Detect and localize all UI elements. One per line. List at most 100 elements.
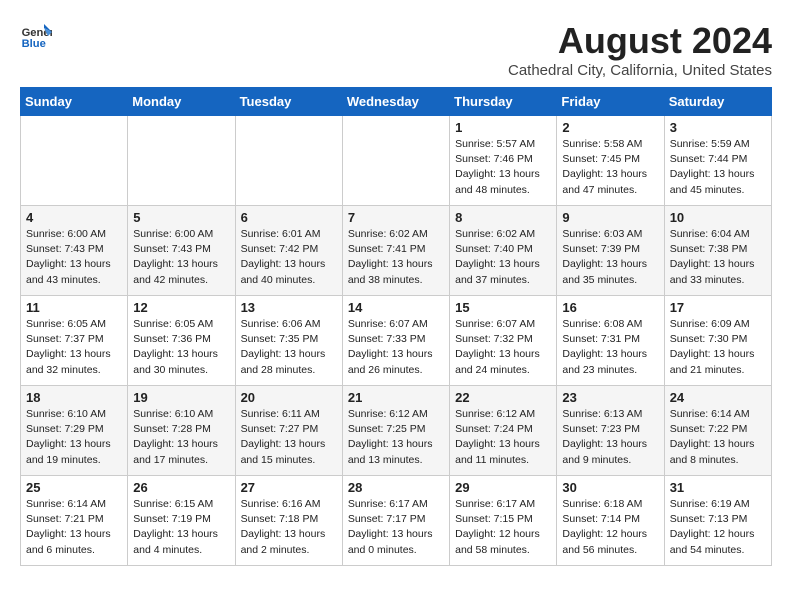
day-info: Sunrise: 6:02 AM Sunset: 7:40 PM Dayligh…: [455, 227, 551, 288]
day-info: Sunrise: 6:17 AM Sunset: 7:15 PM Dayligh…: [455, 497, 551, 558]
table-row: 3 Sunrise: 5:59 AM Sunset: 7:44 PM Daylig…: [664, 116, 771, 206]
day-info: Sunrise: 6:00 AM Sunset: 7:43 PM Dayligh…: [26, 227, 122, 288]
day-info: Sunrise: 6:12 AM Sunset: 7:24 PM Dayligh…: [455, 407, 551, 468]
day-info: Sunrise: 6:06 AM Sunset: 7:35 PM Dayligh…: [241, 317, 337, 378]
header-thursday: Thursday: [450, 88, 557, 116]
header-tuesday: Tuesday: [235, 88, 342, 116]
table-row: 21 Sunrise: 6:12 AM Sunset: 7:25 PM Dayli…: [342, 386, 449, 476]
table-row: 28 Sunrise: 6:17 AM Sunset: 7:17 PM Dayli…: [342, 476, 449, 566]
header-sunday: Sunday: [21, 88, 128, 116]
header-friday: Friday: [557, 88, 664, 116]
table-row: [128, 116, 235, 206]
table-row: 20 Sunrise: 6:11 AM Sunset: 7:27 PM Dayli…: [235, 386, 342, 476]
day-info: Sunrise: 6:18 AM Sunset: 7:14 PM Dayligh…: [562, 497, 658, 558]
day-info: Sunrise: 6:07 AM Sunset: 7:32 PM Dayligh…: [455, 317, 551, 378]
table-row: 10Sunrise: 6:04 AM Sunset: 7:38 PM Dayli…: [664, 206, 771, 296]
day-info: Sunrise: 5:59 AM Sunset: 7:44 PM Dayligh…: [670, 137, 766, 198]
day-info: Sunrise: 6:05 AM Sunset: 7:36 PM Dayligh…: [133, 317, 229, 378]
day-number: 6: [241, 210, 337, 225]
day-number: 28: [348, 480, 444, 495]
day-number: 25: [26, 480, 122, 495]
header-wednesday: Wednesday: [342, 88, 449, 116]
title-block: August 2024 Cathedral City, California, …: [508, 20, 772, 79]
day-number: 12: [133, 300, 229, 315]
day-number: 7: [348, 210, 444, 225]
day-number: 15: [455, 300, 551, 315]
calendar-week-row: 4Sunrise: 6:00 AM Sunset: 7:43 PM Daylig…: [21, 206, 772, 296]
day-info: Sunrise: 6:09 AM Sunset: 7:30 PM Dayligh…: [670, 317, 766, 378]
day-number: 8: [455, 210, 551, 225]
logo: General Blue: [20, 20, 52, 52]
day-number: 30: [562, 480, 658, 495]
day-number: 18: [26, 390, 122, 405]
day-info: Sunrise: 6:10 AM Sunset: 7:28 PM Dayligh…: [133, 407, 229, 468]
day-number: 5: [133, 210, 229, 225]
table-row: 4Sunrise: 6:00 AM Sunset: 7:43 PM Daylig…: [21, 206, 128, 296]
table-row: 13 Sunrise: 6:06 AM Sunset: 7:35 PM Dayli…: [235, 296, 342, 386]
table-row: 16 Sunrise: 6:08 AM Sunset: 7:31 PM Dayli…: [557, 296, 664, 386]
table-row: 24 Sunrise: 6:14 AM Sunset: 7:22 PM Dayli…: [664, 386, 771, 476]
day-number: 20: [241, 390, 337, 405]
day-info: Sunrise: 6:15 AM Sunset: 7:19 PM Dayligh…: [133, 497, 229, 558]
table-row: 31 Sunrise: 6:19 AM Sunset: 7:13 PM Dayli…: [664, 476, 771, 566]
header-monday: Monday: [128, 88, 235, 116]
day-info: Sunrise: 6:12 AM Sunset: 7:25 PM Dayligh…: [348, 407, 444, 468]
day-info: Sunrise: 6:17 AM Sunset: 7:17 PM Dayligh…: [348, 497, 444, 558]
table-row: 14 Sunrise: 6:07 AM Sunset: 7:33 PM Dayli…: [342, 296, 449, 386]
table-row: 19Sunrise: 6:10 AM Sunset: 7:28 PM Dayli…: [128, 386, 235, 476]
calendar-week-row: 25Sunrise: 6:14 AM Sunset: 7:21 PM Dayli…: [21, 476, 772, 566]
day-number: 26: [133, 480, 229, 495]
table-row: 7 Sunrise: 6:02 AM Sunset: 7:41 PM Daylig…: [342, 206, 449, 296]
day-info: Sunrise: 6:05 AM Sunset: 7:37 PM Dayligh…: [26, 317, 122, 378]
table-row: 6 Sunrise: 6:01 AM Sunset: 7:42 PM Daylig…: [235, 206, 342, 296]
table-row: 30 Sunrise: 6:18 AM Sunset: 7:14 PM Dayli…: [557, 476, 664, 566]
day-number: 11: [26, 300, 122, 315]
day-number: 2: [562, 120, 658, 135]
day-number: 3: [670, 120, 766, 135]
day-number: 21: [348, 390, 444, 405]
logo-icon: General Blue: [20, 20, 52, 52]
day-info: Sunrise: 6:02 AM Sunset: 7:41 PM Dayligh…: [348, 227, 444, 288]
table-row: 29 Sunrise: 6:17 AM Sunset: 7:15 PM Dayli…: [450, 476, 557, 566]
table-row: 9Sunrise: 6:03 AM Sunset: 7:39 PM Daylig…: [557, 206, 664, 296]
day-info: Sunrise: 6:01 AM Sunset: 7:42 PM Dayligh…: [241, 227, 337, 288]
day-info: Sunrise: 6:16 AM Sunset: 7:18 PM Dayligh…: [241, 497, 337, 558]
day-info: Sunrise: 6:07 AM Sunset: 7:33 PM Dayligh…: [348, 317, 444, 378]
table-row: [235, 116, 342, 206]
day-info: Sunrise: 5:58 AM Sunset: 7:45 PM Dayligh…: [562, 137, 658, 198]
table-row: 27Sunrise: 6:16 AM Sunset: 7:18 PM Dayli…: [235, 476, 342, 566]
table-row: [342, 116, 449, 206]
table-row: 23Sunrise: 6:13 AM Sunset: 7:23 PM Dayli…: [557, 386, 664, 476]
table-row: 1Sunrise: 5:57 AM Sunset: 7:46 PM Daylig…: [450, 116, 557, 206]
location-subtitle: Cathedral City, California, United State…: [508, 62, 772, 79]
table-row: 2 Sunrise: 5:58 AM Sunset: 7:45 PM Daylig…: [557, 116, 664, 206]
day-number: 10: [670, 210, 766, 225]
day-info: Sunrise: 6:19 AM Sunset: 7:13 PM Dayligh…: [670, 497, 766, 558]
day-info: Sunrise: 6:00 AM Sunset: 7:43 PM Dayligh…: [133, 227, 229, 288]
day-number: 24: [670, 390, 766, 405]
day-number: 1: [455, 120, 551, 135]
table-row: 18Sunrise: 6:10 AM Sunset: 7:29 PM Dayli…: [21, 386, 128, 476]
table-row: 26 Sunrise: 6:15 AM Sunset: 7:19 PM Dayli…: [128, 476, 235, 566]
day-number: 23: [562, 390, 658, 405]
month-year-title: August 2024: [508, 20, 772, 62]
day-number: 16: [562, 300, 658, 315]
table-row: 5 Sunrise: 6:00 AM Sunset: 7:43 PM Daylig…: [128, 206, 235, 296]
day-info: Sunrise: 6:14 AM Sunset: 7:22 PM Dayligh…: [670, 407, 766, 468]
day-number: 31: [670, 480, 766, 495]
day-number: 29: [455, 480, 551, 495]
svg-text:Blue: Blue: [22, 38, 46, 50]
calendar-header-row: Sunday Monday Tuesday Wednesday Thursday…: [21, 88, 772, 116]
table-row: 15 Sunrise: 6:07 AM Sunset: 7:32 PM Dayli…: [450, 296, 557, 386]
table-row: 25Sunrise: 6:14 AM Sunset: 7:21 PM Dayli…: [21, 476, 128, 566]
calendar-week-row: 1Sunrise: 5:57 AM Sunset: 7:46 PM Daylig…: [21, 116, 772, 206]
calendar-week-row: 11 Sunrise: 6:05 AM Sunset: 7:37 PM Dayli…: [21, 296, 772, 386]
table-row: 22Sunrise: 6:12 AM Sunset: 7:24 PM Dayli…: [450, 386, 557, 476]
table-row: [21, 116, 128, 206]
day-number: 13: [241, 300, 337, 315]
day-info: Sunrise: 6:08 AM Sunset: 7:31 PM Dayligh…: [562, 317, 658, 378]
day-info: Sunrise: 6:11 AM Sunset: 7:27 PM Dayligh…: [241, 407, 337, 468]
day-number: 14: [348, 300, 444, 315]
table-row: 12 Sunrise: 6:05 AM Sunset: 7:36 PM Dayli…: [128, 296, 235, 386]
header-saturday: Saturday: [664, 88, 771, 116]
